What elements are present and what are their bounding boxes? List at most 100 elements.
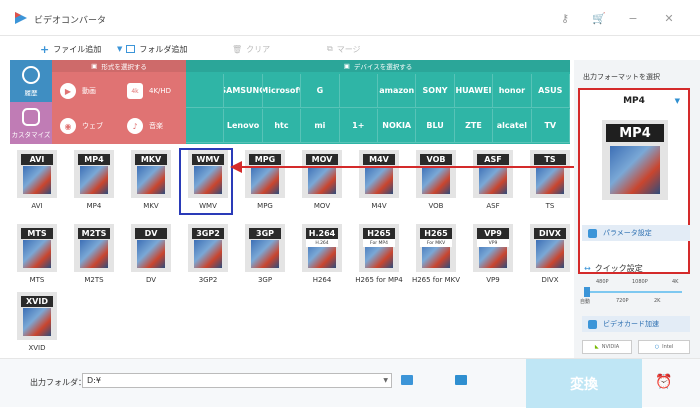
history-label: 履歴 (24, 88, 38, 97)
format-tile[interactable]: H265 For MP4 H265 for MP4 (355, 220, 403, 288)
clear-button[interactable]: 🗑 クリア (232, 42, 270, 56)
device-devices_row1-1[interactable]: SAMSUNG (224, 74, 263, 108)
device-header-label: デバイスを選択する (353, 63, 413, 71)
category-music[interactable]: ♪ 音楽 (119, 109, 183, 143)
nvidia-logo-icon: ◣ (594, 344, 599, 350)
format-tile[interactable]: 3GP2 3GP2 (187, 220, 229, 288)
quality-slider[interactable] (584, 287, 682, 297)
category-web[interactable]: ◉ ウェブ (52, 109, 116, 143)
device-devices_row2-9[interactable]: TV (531, 109, 570, 143)
device-devices_row1-9[interactable]: ASUS (531, 74, 570, 108)
parameter-settings-button[interactable]: パラメータ設定 (582, 225, 690, 241)
format-thumbnail: H265 For MP4 (359, 224, 399, 272)
format-tile[interactable]: ASF ASF (472, 146, 514, 214)
folder-icon (126, 45, 136, 53)
device-devices_row1-7[interactable]: HUAWEI (454, 74, 494, 108)
format-thumbnail: MPG (245, 150, 285, 198)
alarm-clock-icon[interactable]: ⏰ (655, 373, 673, 391)
device-devices_row2-2[interactable]: htc (262, 109, 302, 143)
device-devices_row2-5[interactable]: NOKIA (378, 109, 417, 143)
tick-auto: 自動 (580, 299, 591, 305)
format-label: XVID (28, 344, 46, 352)
format-tile[interactable]: MTS MTS (16, 220, 58, 288)
open-folder-icon[interactable] (455, 375, 467, 385)
chip-icon (588, 319, 597, 329)
format-tile[interactable]: VP9 VP9 VP9 (472, 220, 514, 288)
film-art-icon (80, 166, 108, 194)
format-tile[interactable]: MP4 MP4 (73, 146, 115, 214)
format-grid: AVI AVI MP4 MP4 MKV MKV WMV WMV MPG MPG MOV MOV M4V M… (10, 146, 570, 356)
key-icon[interactable]: ⚷ (556, 10, 574, 26)
cart-icon[interactable]: 🛒 (590, 10, 608, 26)
film-art-icon (23, 166, 51, 194)
convert-button[interactable]: 変換 (526, 359, 642, 408)
format-tile[interactable]: 3GP 3GP (244, 220, 286, 288)
format-thumbnail: MKV (131, 150, 171, 198)
device-devices_row2-8[interactable]: alcatel (493, 109, 532, 143)
device-devices_row2-7[interactable]: ZTE (454, 109, 494, 143)
format-tile[interactable]: M2TS M2TS (73, 220, 115, 288)
customize-tab[interactable]: カスタマイズ (10, 102, 52, 144)
format-tile[interactable]: MPG MPG (244, 146, 286, 214)
format-thumbnail: TS (530, 150, 570, 198)
device-devices_row1-5[interactable]: amazon (378, 74, 417, 108)
format-label: ASF (486, 202, 500, 210)
device-devices_row2-3[interactable]: mi (301, 109, 340, 143)
add-file-button[interactable]: + ファイル追加 (40, 42, 101, 56)
format-thumbnail-title: MTS (21, 228, 53, 239)
customize-icon (22, 107, 40, 126)
format-tile[interactable]: MKV MKV (130, 146, 172, 214)
history-tab[interactable]: 履歴 (10, 60, 52, 102)
output-format-thumbnail: MP4 (602, 120, 668, 200)
device-devices_row2-0[interactable] (186, 109, 225, 143)
output-folder-field[interactable]: D:¥ ▼ (82, 373, 392, 388)
close-icon[interactable]: ✕ (660, 10, 678, 26)
tick-1080p: 1080P (632, 279, 648, 285)
merge-label: マージ (336, 44, 361, 54)
device-devices_row1-0[interactable] (186, 74, 225, 108)
format-tile[interactable]: AVI AVI (16, 146, 58, 214)
merge-icon: ⧉ (327, 44, 333, 53)
device-devices_row1-4[interactable] (339, 74, 378, 108)
browse-folder-icon[interactable] (401, 375, 413, 385)
chevron-down-icon: ▼ (674, 97, 680, 105)
minimize-icon[interactable]: − (624, 10, 642, 26)
format-label: MPG (257, 202, 273, 210)
bottom-bar: 出力フォルダ： D:¥ ▼ 変換 ⏰ (0, 358, 700, 408)
add-folder-button[interactable]: ▼ フォルダ追加 (117, 42, 187, 56)
format-thumbnail: AVI (17, 150, 57, 198)
device-devices_row2-4[interactable]: 1+ (339, 109, 378, 143)
format-tile[interactable]: M4V M4V (358, 146, 400, 214)
format-thumbnail-title: H265 (420, 228, 452, 239)
output-format-selector[interactable]: MP4 ▼ MP4 (578, 88, 690, 274)
device-devices_row1-3[interactable]: G (301, 74, 340, 108)
intel-toggle[interactable]: ○ Intel (638, 340, 690, 354)
category-4k-hd[interactable]: 4k 4K/HD (119, 74, 183, 108)
merge-button[interactable]: ⧉ マージ (327, 42, 361, 56)
format-tile[interactable]: DV DV (130, 220, 172, 288)
device-devices_row2-6[interactable]: BLU (416, 109, 455, 143)
chevron-down-icon[interactable]: ▼ (383, 374, 388, 387)
format-label: H265 for MKV (411, 276, 461, 284)
selected-format-highlight (179, 148, 233, 215)
format-tile[interactable]: DIVX DIVX (529, 220, 571, 288)
format-tile[interactable]: VOB VOB (415, 146, 457, 214)
format-tile[interactable]: MOV MOV (301, 146, 343, 214)
gpu-acceleration-button[interactable]: ビデオカード加速 (582, 316, 690, 332)
device-devices_row1-6[interactable]: SONY (416, 74, 455, 108)
nvidia-toggle[interactable]: ◣ NVIDIA (582, 340, 632, 354)
output-folder-label: 出力フォルダ： (30, 378, 86, 387)
format-tile[interactable]: H.264 H.264 H264 (301, 220, 343, 288)
format-tile[interactable]: H265 For MKV H265 for MKV (412, 220, 460, 288)
film-art-icon (610, 146, 660, 194)
format-tile[interactable]: TS TS (529, 146, 571, 214)
device-devices_row1-8[interactable]: honor (493, 74, 532, 108)
category-video[interactable]: ▶ 動画 (52, 74, 116, 108)
device-devices_row2-1[interactable]: Lenovo (224, 109, 263, 143)
slider-handle[interactable] (584, 287, 590, 297)
format-thumbnail: MP4 (74, 150, 114, 198)
format-subtitle: VP9 (477, 239, 509, 247)
device-devices_row1-2[interactable]: Microsoft (262, 74, 302, 108)
format-tile[interactable]: XVID XVID (16, 288, 58, 356)
format-label: 3GP2 (198, 276, 218, 284)
